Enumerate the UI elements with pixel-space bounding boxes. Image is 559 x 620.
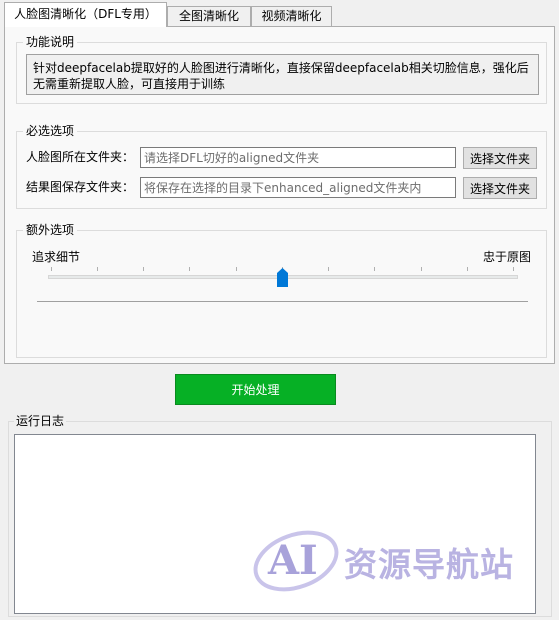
- required-options-title: 必选选项: [23, 124, 78, 138]
- detail-slider-thumb[interactable]: [277, 268, 288, 287]
- watermark-brand: AI: [268, 537, 318, 584]
- select-output-folder-button[interactable]: 选择文件夹: [463, 177, 537, 199]
- watermark-text: 资源导航站: [344, 545, 514, 584]
- output-folder-label: 结果图保存文件夹：: [26, 180, 135, 194]
- slider-tick: [51, 267, 52, 271]
- select-input-folder-button[interactable]: 选择文件夹: [463, 147, 537, 169]
- slider-tick: [236, 267, 237, 271]
- tab-full-image-enhance[interactable]: 全图清晰化: [167, 6, 251, 26]
- slider-tick: [189, 267, 190, 271]
- slider-tick: [97, 267, 98, 271]
- tab-face-enhance[interactable]: 人脸图清晰化（DFL专用）: [4, 2, 167, 27]
- description-title: 功能说明: [23, 35, 78, 49]
- slider-tick: [328, 267, 329, 271]
- slider-tick: [374, 267, 375, 271]
- slider-tick: [467, 267, 468, 271]
- tab-video-enhance[interactable]: 视频清晰化: [251, 6, 332, 26]
- extra-options-group: 额外选项: [16, 223, 547, 358]
- start-processing-button[interactable]: 开始处理: [175, 374, 336, 405]
- slider-tick: [513, 267, 514, 271]
- output-folder-field[interactable]: [140, 177, 456, 198]
- slider-right-label: 忠于原图: [483, 250, 532, 264]
- slider-left-label: 追求细节: [32, 250, 81, 264]
- divider-line: [37, 301, 528, 302]
- extra-options-title: 额外选项: [23, 223, 78, 237]
- slider-tick: [421, 267, 422, 271]
- input-folder-label: 人脸图所在文件夹：: [26, 150, 135, 164]
- description-text: 针对deepfacelab提取好的人脸图进行清晰化，直接保留deepfacela…: [26, 54, 539, 95]
- slider-tick: [143, 267, 144, 271]
- input-folder-field[interactable]: [140, 147, 456, 168]
- log-title: 运行日志: [14, 414, 67, 428]
